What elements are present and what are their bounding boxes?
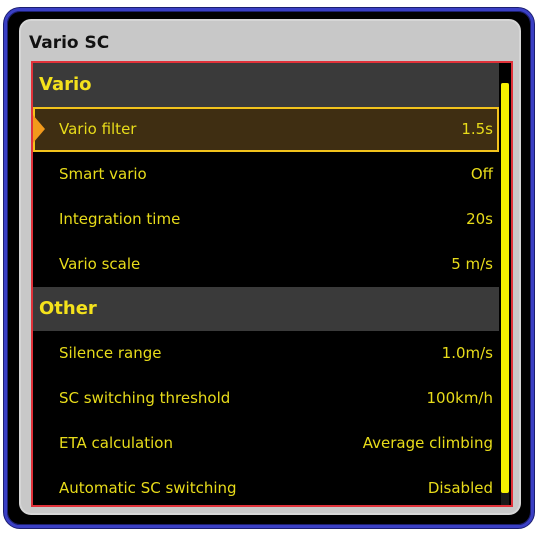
section-header-other: Other (33, 287, 499, 331)
row-label: Automatic SC switching (59, 479, 237, 497)
row-vario-filter[interactable]: Vario filter 1.5s (33, 107, 499, 152)
row-label: Silence range (59, 344, 162, 362)
row-value: 20s (466, 210, 493, 228)
row-silence-range[interactable]: Silence range 1.0m/s (33, 331, 499, 376)
row-label: Integration time (59, 210, 181, 228)
row-sc-switching-threshold[interactable]: SC switching threshold 100km/h (33, 376, 499, 421)
row-eta-calculation[interactable]: ETA calculation Average climbing (33, 421, 499, 466)
row-value: Off (470, 165, 493, 183)
section-header-vario: Vario (33, 63, 499, 107)
row-value: 1.0m/s (441, 344, 493, 362)
settings-list[interactable]: Vario Vario filter 1.5s Smart vario Off … (31, 61, 513, 507)
row-label: ETA calculation (59, 434, 173, 452)
row-label: Smart vario (59, 165, 147, 183)
window-frame: Vario SC Vario Vario filter 1.5s Smart v… (4, 8, 534, 528)
selection-arrow-icon (33, 115, 45, 143)
row-label: SC switching threshold (59, 389, 231, 407)
row-value: Average climbing (362, 434, 493, 452)
row-label: Vario scale (59, 255, 141, 273)
row-value: Disabled (427, 479, 493, 497)
row-value: 1.5s (461, 120, 493, 138)
row-smart-vario[interactable]: Smart vario Off (33, 152, 499, 197)
row-value: 5 m/s (451, 255, 493, 273)
settings-dialog: Vario SC Vario Vario filter 1.5s Smart v… (19, 19, 521, 515)
scrollbar-thumb[interactable] (501, 83, 509, 493)
dialog-title: Vario SC (29, 33, 110, 53)
row-vario-scale[interactable]: Vario scale 5 m/s (33, 242, 499, 287)
row-value: 100km/h (426, 389, 494, 407)
row-label: Vario filter (59, 120, 137, 138)
scrollbar[interactable] (501, 83, 509, 505)
row-automatic-sc-switching[interactable]: Automatic SC switching Disabled (33, 466, 499, 505)
row-integration-time[interactable]: Integration time 20s (33, 197, 499, 242)
